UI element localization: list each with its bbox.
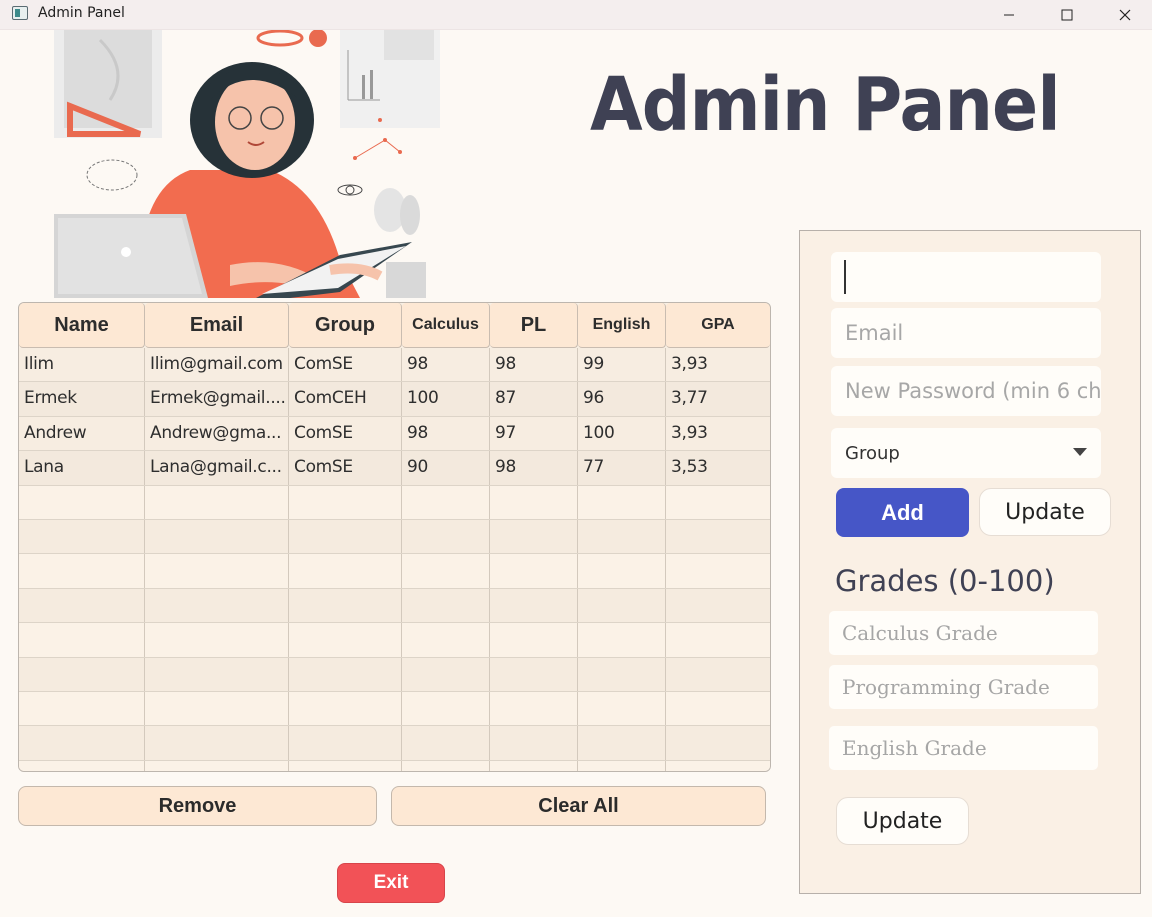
page-title: Admin Panel [590, 62, 1061, 148]
column-header-pl[interactable]: PL [490, 303, 578, 348]
empty-row [19, 623, 770, 658]
cell-calculus: 100 [402, 382, 490, 416]
add-button[interactable]: Add [836, 488, 969, 537]
cell-name: Ilim [19, 348, 145, 382]
cell-pl: 87 [490, 382, 578, 416]
exit-button[interactable]: Exit [337, 863, 445, 903]
cell-email: Andrew@gma... [145, 416, 289, 451]
cell-calculus: 98 [402, 416, 490, 451]
cell-english: 77 [578, 451, 666, 485]
cell-pl: 98 [490, 451, 578, 485]
cell-email: Ilim@gmail.com [145, 348, 289, 382]
group-select[interactable]: Group [831, 428, 1101, 478]
app-icon [12, 6, 28, 20]
close-icon [1119, 9, 1131, 21]
email-field[interactable]: Email [831, 308, 1101, 358]
cell-gpa: 3,53 [671, 457, 708, 478]
column-header-group[interactable]: Group [289, 303, 402, 348]
table-body: Ilim Ilim@gmail.com ComSE 98 98 99 3,93 … [19, 348, 770, 771]
window-titlebar: Admin Panel [0, 0, 1152, 30]
empty-row [19, 726, 770, 761]
minimize-button[interactable] [984, 0, 1034, 30]
student-illustration [40, 30, 460, 298]
clear-all-button[interactable]: Clear All [391, 786, 766, 826]
name-field[interactable] [831, 252, 1101, 302]
group-select-value: Group [845, 442, 900, 464]
window-title: Admin Panel [38, 5, 125, 21]
cell-english: 99 [578, 348, 666, 382]
student-form-panel: Email New Password (min 6 ch Group Add U… [799, 230, 1141, 894]
cell-group: ComSE [289, 451, 402, 485]
cell-english: 96 [578, 382, 666, 416]
cell-calculus: 98 [402, 348, 490, 382]
empty-row [19, 554, 770, 589]
empty-row [19, 485, 770, 520]
cell-english: 100 [578, 416, 666, 451]
empty-row [19, 657, 770, 692]
empty-row [19, 588, 770, 624]
empty-row [19, 760, 770, 771]
cell-name: Ermek [19, 382, 145, 416]
minimize-icon [1004, 14, 1014, 16]
english-grade-field[interactable]: English Grade [829, 726, 1098, 770]
cell-gpa: 3,77 [671, 388, 708, 409]
empty-row [19, 519, 770, 555]
cell-name: Lana [19, 451, 145, 485]
cell-name: Andrew [19, 416, 145, 451]
cell-pl: 98 [490, 348, 578, 382]
cell-calculus: 90 [402, 451, 490, 485]
table-row[interactable]: Ilim Ilim@gmail.com ComSE 98 98 99 3,93 [19, 348, 770, 383]
cell-email: Lana@gmail.c... [145, 451, 289, 485]
grades-heading: Grades (0-100) [835, 564, 1055, 598]
maximize-button[interactable] [1042, 0, 1092, 30]
column-header-email[interactable]: Email [145, 303, 289, 348]
cell-gpa: 3,93 [671, 354, 708, 374]
text-cursor [844, 260, 846, 294]
column-header-calculus[interactable]: Calculus [402, 303, 490, 348]
password-field[interactable]: New Password (min 6 ch [831, 366, 1101, 416]
remove-button[interactable]: Remove [18, 786, 377, 826]
chevron-down-icon [1073, 448, 1087, 456]
table-row[interactable]: Lana Lana@gmail.c... ComSE 90 98 77 3,53 [19, 451, 770, 486]
cell-gpa: 3,93 [671, 422, 708, 443]
cell-pl: 97 [490, 416, 578, 451]
column-header-gpa[interactable]: GPA [666, 303, 770, 348]
update-student-button[interactable]: Update [979, 488, 1111, 536]
table-row[interactable]: Andrew Andrew@gma... ComSE 98 97 100 3,9… [19, 416, 770, 452]
cell-group: ComSE [289, 416, 402, 451]
table-header: Name Email Group Calculus PL English GPA [19, 303, 770, 348]
cell-group: ComSE [289, 348, 402, 382]
empty-row [19, 691, 770, 727]
update-grades-button[interactable]: Update [836, 797, 969, 845]
column-header-english[interactable]: English [578, 303, 666, 348]
table-row[interactable]: Ermek Ermek@gmail.... ComCEH 100 87 96 3… [19, 382, 770, 417]
students-table[interactable]: Name Email Group Calculus PL English GPA… [18, 302, 771, 772]
maximize-icon [1061, 9, 1073, 21]
calculus-grade-field[interactable]: Calculus Grade [829, 611, 1098, 655]
close-button[interactable] [1100, 0, 1150, 30]
column-header-name[interactable]: Name [19, 303, 145, 348]
cell-group: ComCEH [289, 382, 402, 416]
cell-email: Ermek@gmail.... [145, 382, 289, 416]
programming-grade-field[interactable]: Programming Grade [829, 665, 1098, 709]
